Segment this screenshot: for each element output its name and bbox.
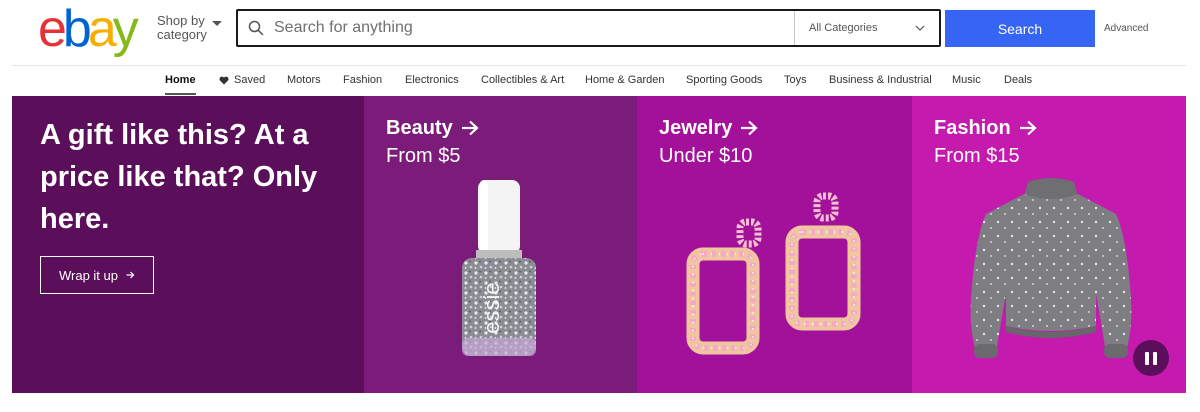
search-icon — [238, 11, 274, 45]
fashion-title[interactable]: Fashion — [934, 116, 1037, 140]
logo-letter-y: y — [112, 0, 139, 58]
nav-item-music[interactable]: Music — [952, 74, 981, 86]
nav-item-sporting-goods[interactable]: Sporting Goods — [686, 74, 762, 86]
logo-letter-b: b — [62, 0, 92, 58]
nav-item-home[interactable]: Home — [165, 74, 196, 86]
shop-by-line1: Shop by — [157, 13, 205, 28]
arrow-right-icon — [1019, 120, 1037, 136]
shop-by-label: Shop by category — [157, 14, 207, 42]
search-button[interactable]: Search — [945, 10, 1095, 47]
category-select[interactable]: All Categories — [794, 11, 939, 45]
nav-item-saved[interactable]: Saved — [219, 74, 265, 86]
nav-item-business[interactable]: Business & Industrial — [829, 74, 932, 86]
hero-title: A gift like this? At a price like that? … — [40, 119, 318, 235]
hero-banner: A gift like this? At a price like that? … — [12, 96, 1186, 393]
jewelry-title-label: Jewelry — [659, 117, 733, 139]
nav-item-fashion[interactable]: Fashion — [343, 74, 382, 86]
shop-by-category-button[interactable]: Shop by category — [157, 14, 222, 42]
jewelry-title[interactable]: Jewelry — [659, 116, 759, 140]
nav-active-indicator — [165, 93, 196, 95]
arrow-right-icon — [126, 271, 135, 279]
earrings-image — [686, 192, 861, 355]
ebay-logo[interactable]: e b a y — [38, 0, 139, 58]
essie-label: essie — [479, 282, 504, 333]
beauty-price: From $5 — [386, 145, 461, 167]
arrow-right-icon — [741, 120, 759, 136]
beauty-title-label: Beauty — [386, 117, 453, 139]
wrap-it-up-button[interactable]: Wrap it up — [40, 256, 154, 294]
pause-icon-bar-right — [1153, 351, 1157, 365]
search-input[interactable] — [274, 11, 794, 45]
header: e b a y Shop by category All Categories … — [0, 0, 1200, 64]
category-select-label: All Categories — [809, 22, 878, 34]
chevron-down-icon — [915, 25, 925, 31]
sweater-image — [970, 178, 1132, 358]
advanced-search-link[interactable]: Advanced — [1104, 23, 1148, 34]
nav-item-electronics[interactable]: Electronics — [405, 74, 459, 86]
jewelry-price: Under $10 — [659, 145, 753, 167]
shop-by-line2: category — [157, 27, 207, 42]
logo-letter-e: e — [38, 0, 67, 58]
hero-intro-panel: A gift like this? At a price like that? … — [12, 96, 364, 393]
nail-polish-image: essie — [462, 180, 536, 356]
pause-icon-bar-left — [1145, 351, 1149, 365]
nav-item-toys[interactable]: Toys — [784, 74, 807, 86]
heart-icon — [219, 76, 229, 84]
logo-letter-a: a — [87, 0, 117, 58]
arrow-right-icon — [461, 120, 479, 136]
nav-item-collectibles[interactable]: Collectibles & Art — [481, 74, 564, 86]
nav-item-saved-label: Saved — [234, 74, 266, 86]
wrap-it-up-label: Wrap it up — [58, 267, 118, 283]
nav-item-deals[interactable]: Deals — [1004, 74, 1032, 86]
fashion-price: From $15 — [934, 145, 1020, 167]
nav-item-motors[interactable]: Motors — [287, 74, 321, 86]
nav-item-home-garden[interactable]: Home & Garden — [585, 74, 664, 86]
search-box: All Categories — [236, 9, 941, 47]
carousel-pause-button[interactable] — [1133, 340, 1169, 376]
fashion-title-label: Fashion — [934, 117, 1011, 139]
category-nav: Home Saved Motors Fashion Electronics Co… — [0, 66, 1200, 96]
beauty-title[interactable]: Beauty — [386, 116, 479, 140]
hero-beauty-panel[interactable]: Beauty From $5 essie — [364, 96, 637, 393]
caret-down-icon — [211, 20, 222, 26]
hero-jewelry-panel[interactable]: Jewelry Under $10 — [637, 96, 912, 393]
